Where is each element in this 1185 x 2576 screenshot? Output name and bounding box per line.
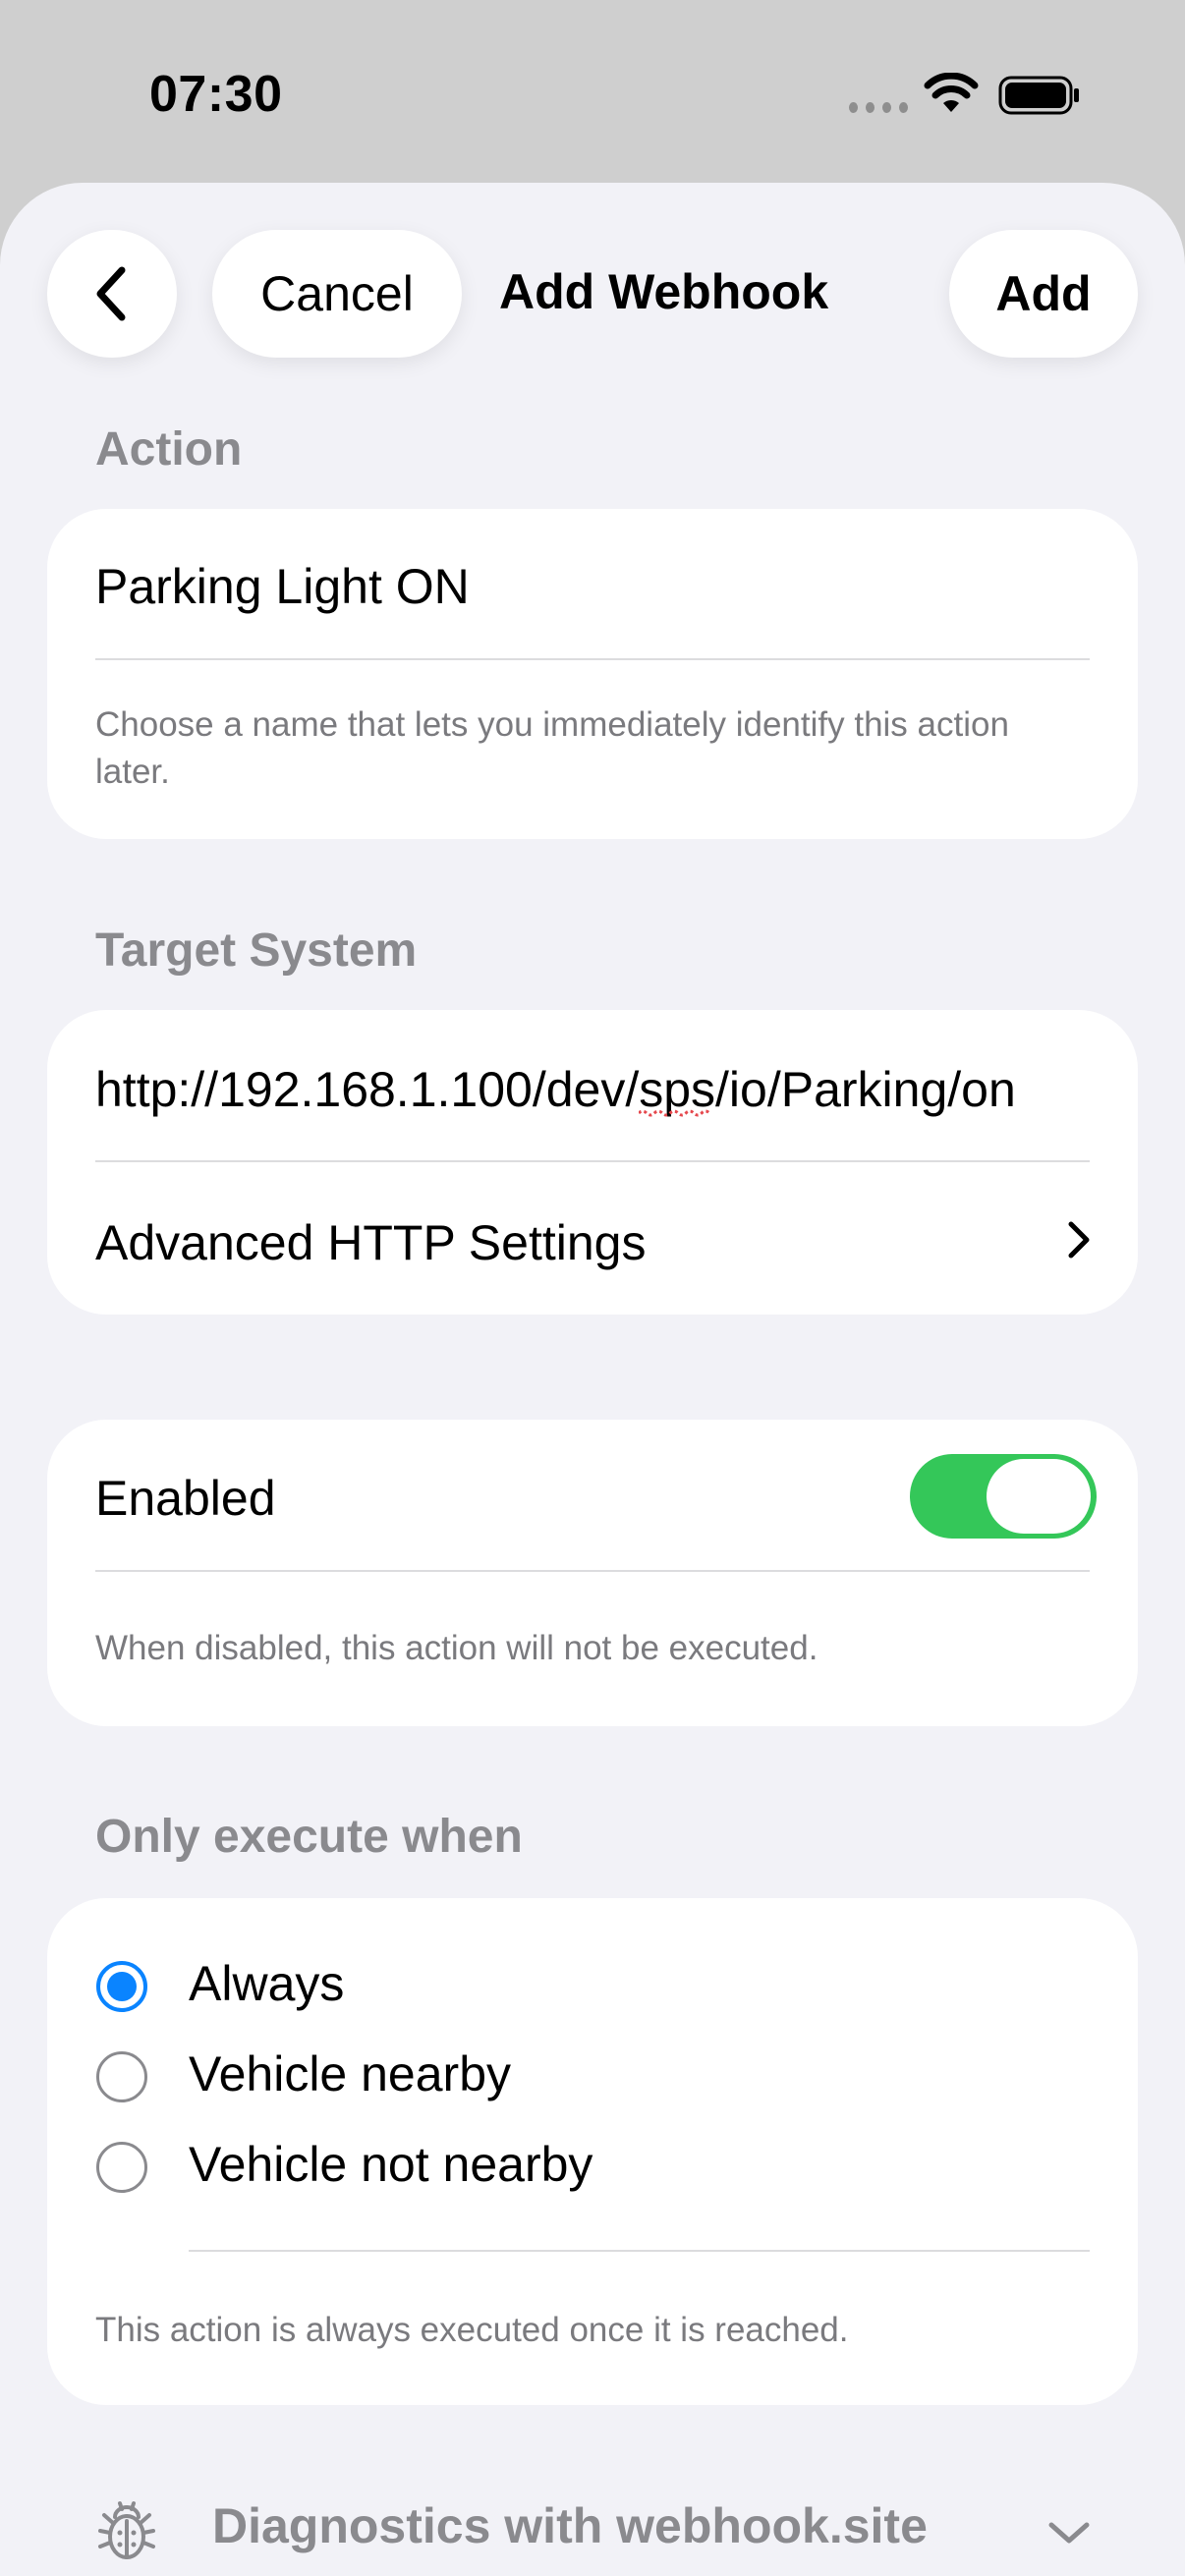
wifi-icon	[924, 73, 979, 112]
status-time: 07:30	[149, 66, 283, 123]
advanced-http-settings-row[interactable]: Advanced HTTP Settings	[95, 1214, 646, 1271]
action-name-field[interactable]: Parking Light ON	[95, 558, 470, 615]
signal-dots-icon	[849, 102, 908, 114]
section-header-execute: Only execute when	[95, 1811, 523, 1863]
option-label-always[interactable]: Always	[189, 1955, 344, 2012]
radio-vehicle-not-nearby[interactable]	[96, 2142, 147, 2193]
enabled-label: Enabled	[95, 1471, 276, 1526]
action-name-footnote: Choose a name that lets you immediately …	[95, 705, 1009, 791]
section-header-target: Target System	[95, 924, 418, 977]
radio-always[interactable]	[96, 1961, 147, 2012]
cancel-button[interactable]: Cancel	[212, 230, 462, 358]
back-chevron-icon	[96, 266, 126, 321]
chevron-right-icon	[1068, 1221, 1090, 1259]
radio-vehicle-nearby[interactable]	[96, 2051, 147, 2102]
add-button[interactable]: Add	[949, 230, 1138, 358]
divider	[95, 658, 1090, 660]
spellcheck-underline	[639, 1109, 711, 1117]
back-button[interactable]	[47, 230, 177, 358]
divider	[189, 2250, 1090, 2252]
execute-footnote: This action is always executed once it i…	[95, 2311, 849, 2349]
bug-icon	[98, 2501, 155, 2559]
option-label-vehicle-not-nearby[interactable]: Vehicle not nearby	[189, 2136, 592, 2193]
url-field[interactable]: http://192.168.1.100/dev/sps/io/Parking/…	[95, 1061, 1016, 1118]
option-label-vehicle-nearby[interactable]: Vehicle nearby	[189, 2045, 511, 2102]
page-title: Add Webhook	[499, 264, 829, 319]
divider	[95, 1160, 1090, 1162]
chevron-down-icon	[1048, 2522, 1090, 2544]
enabled-toggle[interactable]	[910, 1454, 1097, 1539]
diagnostics-row[interactable]: Diagnostics with webhook.site	[0, 2486, 1185, 2576]
diagnostics-label: Diagnostics with webhook.site	[212, 2498, 928, 2553]
enabled-footnote: When disabled, this action will not be e…	[95, 1629, 818, 1667]
status-bar: 07:30	[0, 0, 1185, 187]
battery-icon	[998, 76, 1079, 115]
divider	[95, 1570, 1090, 1572]
section-header-action: Action	[95, 423, 243, 476]
toggle-knob	[987, 1459, 1091, 1534]
